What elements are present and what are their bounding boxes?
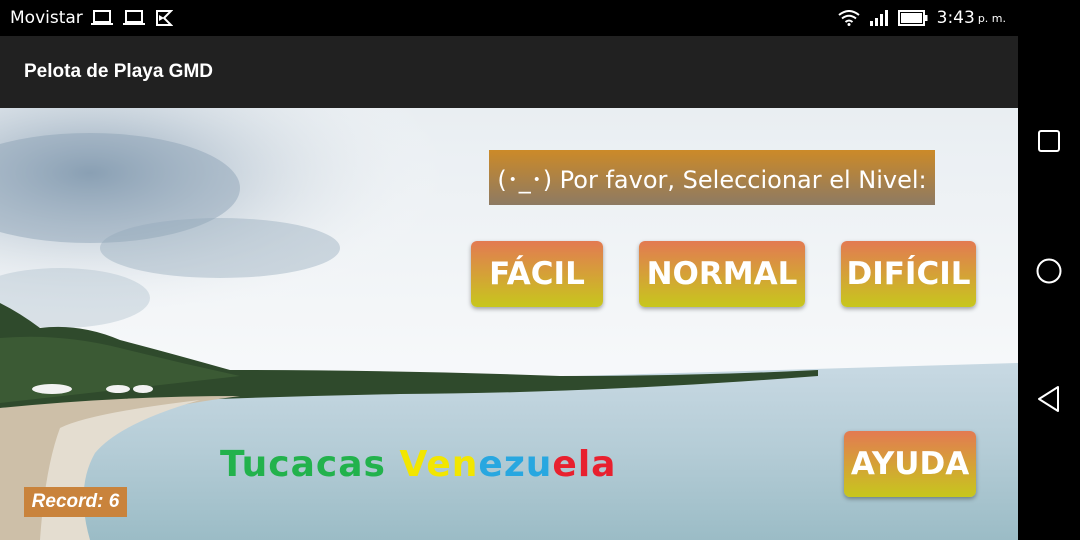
laptop-icon: [122, 10, 145, 26]
location-title-part: ela: [552, 444, 617, 485]
wifi-icon: [838, 10, 860, 26]
status-bar: Movistar 3:43 p. m.: [0, 0, 1080, 36]
hard-level-button[interactable]: DIFÍCIL: [841, 241, 976, 307]
game-scene: (･_･) Por favor, Seleccionar el Nivel: F…: [0, 108, 1018, 540]
help-button[interactable]: AYUDA: [844, 431, 976, 497]
level-prompt: (･_･) Por favor, Seleccionar el Nivel:: [489, 150, 935, 205]
clock: 3:43: [936, 8, 975, 28]
location-title-part: ezu: [478, 444, 553, 485]
easy-level-button[interactable]: FÁCIL: [471, 241, 603, 307]
record-label: Record: 6: [24, 487, 127, 517]
home-icon[interactable]: [1035, 257, 1063, 285]
signal-icon: [869, 10, 889, 26]
back-icon[interactable]: [1035, 385, 1063, 413]
location-title-part: Tucacas: [220, 444, 400, 485]
clock-ampm: p. m.: [977, 11, 1006, 25]
navigation-bar: [1018, 36, 1080, 540]
app-title: Pelota de Playa GMD: [24, 61, 214, 82]
normal-level-button[interactable]: NORMAL: [639, 241, 805, 307]
battery-icon: [897, 10, 928, 26]
recents-icon[interactable]: [1035, 127, 1063, 155]
app-bar: Pelota de Playa GMD: [0, 36, 1018, 108]
laptop-icon: [90, 10, 113, 26]
location-title-part: Ven: [399, 444, 479, 485]
location-title: Tucacas Venezuela: [220, 444, 616, 485]
app-notification-icon: [155, 9, 173, 27]
carrier-name: Movistar: [10, 8, 83, 28]
